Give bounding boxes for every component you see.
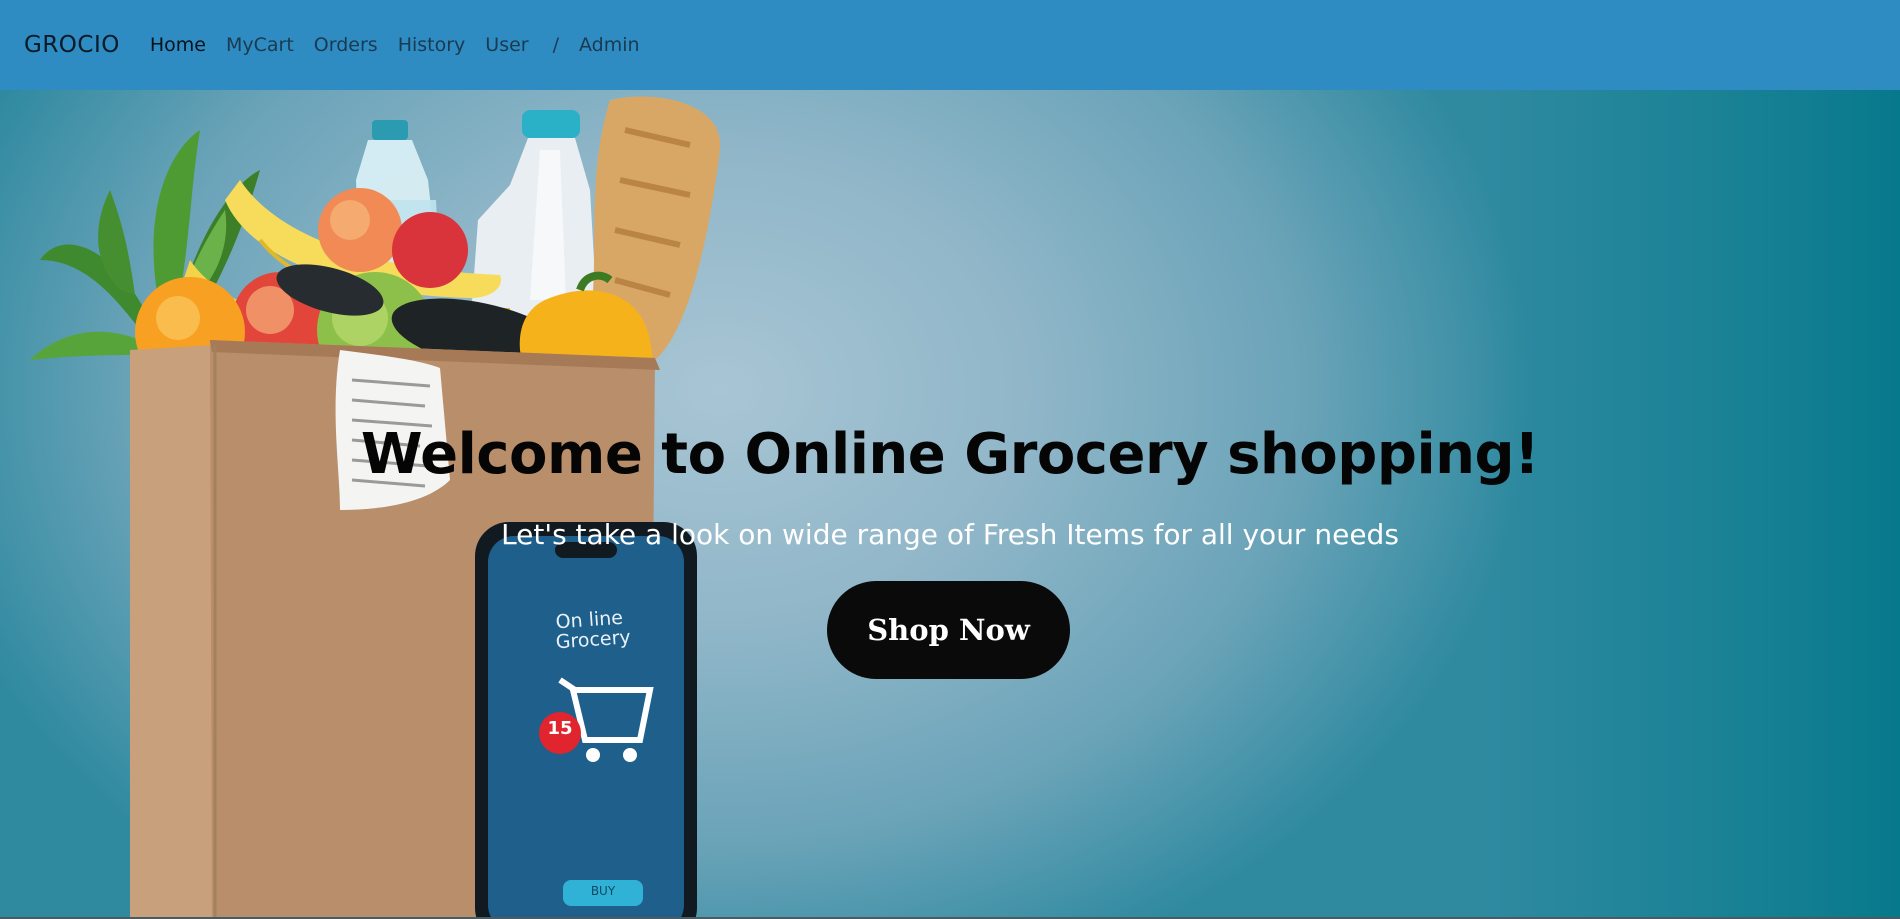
phone-screen-title: On line Grocery — [554, 607, 632, 654]
top-navbar: GROCIO Home MyCart Orders History User /… — [0, 0, 1900, 90]
shop-now-button[interactable]: Shop Now — [827, 581, 1070, 679]
phone-buy-label: BUY — [590, 884, 616, 898]
nav-link-user[interactable]: User — [485, 34, 528, 56]
nav-separator: / — [552, 34, 560, 56]
nav-link-history[interactable]: History — [398, 34, 466, 56]
cart-badge: 15 — [547, 718, 573, 739]
brand-logo[interactable]: GROCIO — [24, 32, 120, 58]
phone-screen-line2: Grocery — [555, 626, 632, 654]
nav-link-home[interactable]: Home — [150, 34, 206, 56]
hero-title: Welcome to Online Grocery shopping! — [360, 422, 1540, 487]
hero-subtitle: Let's take a look on wide range of Fresh… — [501, 518, 1399, 551]
nav-link-admin[interactable]: Admin — [579, 34, 640, 56]
nav-link-mycart[interactable]: MyCart — [226, 34, 294, 56]
hero-banner: Welcome to Online Grocery shopping! Let'… — [0, 90, 1900, 919]
page: GROCIO Home MyCart Orders History User /… — [0, 0, 1900, 919]
nav-link-orders[interactable]: Orders — [314, 34, 378, 56]
hero-content: Welcome to Online Grocery shopping! Let'… — [0, 90, 1900, 919]
